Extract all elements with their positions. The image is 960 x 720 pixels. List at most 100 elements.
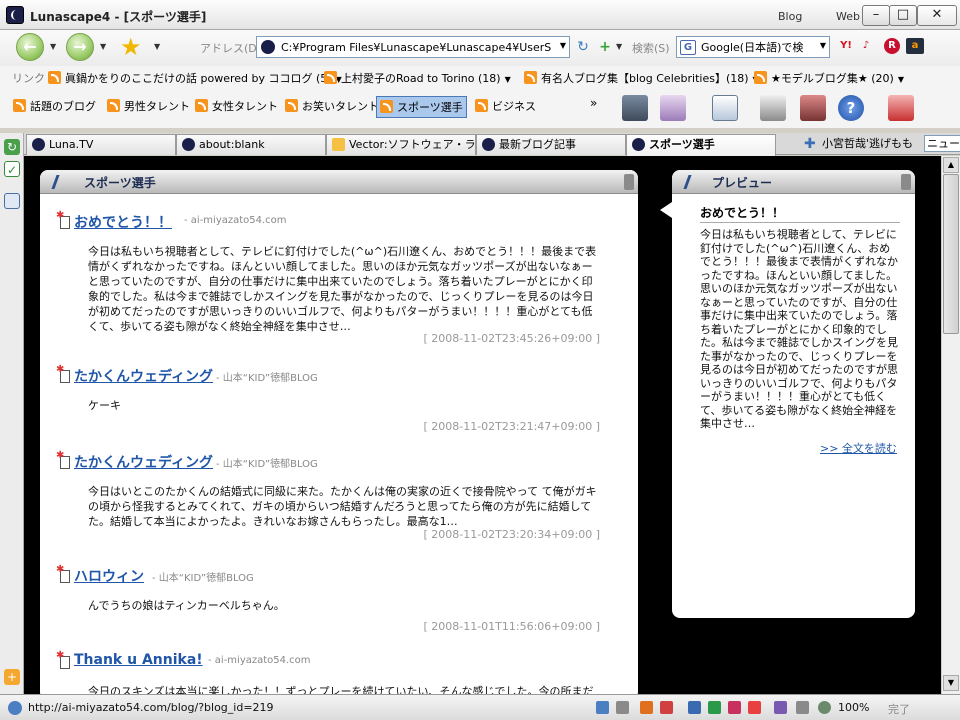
link-item-model[interactable]: ★モデルブログ集★ (20) ▼: [754, 70, 904, 86]
forward-history-dropdown[interactable]: ▼: [100, 42, 106, 51]
web-mode-link[interactable]: Web: [836, 10, 860, 23]
link-item-uemura[interactable]: 上村愛子のRoad to Torino (18) ▼: [324, 70, 511, 86]
status-eye-icon[interactable]: [818, 701, 831, 714]
add-page-dropdown[interactable]: ▼: [616, 42, 622, 51]
favorites-dropdown[interactable]: ▼: [154, 42, 160, 51]
google-engine-icon[interactable]: G: [680, 40, 696, 55]
bookmark-folder-bar: 話題のブログ 男性タレント 女性タレント お笑いタレント スポーツ選手 ビジネス…: [0, 88, 960, 128]
luna-favicon-icon: [632, 138, 645, 151]
zoom-level[interactable]: 100%: [838, 701, 869, 714]
preview-entry-title: おめでとう！！: [700, 206, 785, 220]
tab-luna-tv[interactable]: Luna.TV: [26, 134, 176, 155]
print-icon[interactable]: [760, 95, 786, 121]
entry-source: - ai-miyazato54.com: [208, 655, 311, 666]
entry-date: [ 2008-11-02T23:21:47+09:00 ]: [423, 420, 600, 433]
folder-business[interactable]: ビジネス: [472, 96, 539, 116]
rss-feed-icon: [754, 71, 767, 84]
capture-icon[interactable]: [800, 95, 826, 121]
luna-favicon-icon: [482, 138, 495, 151]
status-printer-icon[interactable]: [616, 701, 629, 714]
tab-komiya[interactable]: 小宮哲哉'逃げもも: [820, 134, 922, 155]
maximize-button[interactable]: □: [889, 5, 917, 26]
yahoo-engine-icon[interactable]: Y!: [836, 38, 856, 54]
side-check-icon[interactable]: ✓: [4, 161, 20, 177]
status-sound-icon[interactable]: [688, 701, 701, 714]
favorites-star-icon[interactable]: ★: [120, 34, 142, 60]
rss-feed-icon: [380, 100, 393, 113]
side-document-icon[interactable]: [4, 193, 20, 209]
status-flash-icon[interactable]: [748, 701, 761, 714]
close-button[interactable]: ✕: [917, 5, 957, 26]
forward-button[interactable]: →: [66, 33, 94, 61]
window-layout-icon[interactable]: [712, 95, 738, 121]
entry-body: 今日は私もいち視聴者として、テレビに釘付けでした(^ω^)石川遼くん、おめでとう…: [88, 245, 597, 333]
scroll-up-arrow-icon[interactable]: ▲: [943, 157, 959, 173]
status-image-icon[interactable]: [660, 701, 673, 714]
read-full-article-link[interactable]: >> 全文を読む: [820, 440, 897, 456]
entry-title-link[interactable]: たかくんウェディング: [74, 366, 213, 386]
add-page-icon[interactable]: +: [596, 38, 614, 56]
preview-panel-title: プレビュー: [712, 176, 773, 190]
new-tab-plus-icon[interactable]: ✚: [804, 136, 816, 152]
entry-body: ケーキ: [88, 399, 121, 412]
blog-mode-link[interactable]: Blog: [778, 10, 802, 23]
entry-title-link[interactable]: ハロウィン: [74, 566, 144, 586]
entry-title-link[interactable]: Thank u Annika!: [74, 652, 203, 668]
link-item-celebrities[interactable]: 有名人ブログ集【blog Celebrities】(18)▼: [524, 70, 759, 86]
luna-favicon-icon: [182, 138, 195, 151]
back-history-dropdown[interactable]: ▼: [50, 42, 56, 51]
status-activex-icon[interactable]: [774, 701, 787, 714]
status-lock-icon[interactable]: [796, 701, 809, 714]
preview-pointer-arrow: [660, 202, 672, 218]
folder-comedians[interactable]: お笑いタレント: [282, 96, 382, 116]
pen-edit-icon[interactable]: [660, 95, 686, 121]
entry-title-link[interactable]: おめでとう！！: [74, 212, 172, 232]
folder-male-talent[interactable]: 男性タレント: [104, 96, 193, 116]
search-input[interactable]: [701, 39, 811, 55]
tab-group-select[interactable]: ニュース▼: [924, 135, 960, 152]
new-entry-icon: [56, 364, 70, 383]
search-bar[interactable]: G ▼: [676, 36, 830, 58]
page-favicon-icon: [261, 40, 275, 54]
scrollbar-thumb[interactable]: [943, 174, 959, 334]
side-refresh-icon[interactable]: ↻: [4, 139, 20, 155]
close-all-tabs-icon[interactable]: [888, 95, 914, 121]
vertical-scrollbar[interactable]: ▲ ▼: [941, 156, 960, 694]
status-monitor-icon[interactable]: [596, 701, 609, 714]
search-engine-dropdown-icon[interactable]: ▼: [820, 41, 826, 50]
window-title: Lunascape4 - [スポーツ選手]: [30, 10, 207, 24]
new-entry-icon: [56, 210, 70, 229]
feed-panel-header: スポーツ選手: [40, 170, 638, 194]
refresh-icon[interactable]: ↻: [574, 38, 592, 56]
r-engine-icon[interactable]: R: [884, 38, 900, 54]
address-bar[interactable]: ▼: [256, 36, 570, 58]
rakuten-engine-icon[interactable]: ♪: [858, 38, 874, 54]
folder-female-talent[interactable]: 女性タレント: [192, 96, 281, 116]
scroll-down-arrow-icon[interactable]: ▼: [943, 675, 959, 691]
link-item-manabe[interactable]: 眞鍋かをりのここだけの話 powered by ココログ (5) ▼: [48, 70, 342, 86]
side-add-icon[interactable]: +: [4, 669, 20, 685]
rss-feed-icon: [107, 99, 120, 112]
search-label: 検索(S): [632, 42, 670, 55]
help-icon[interactable]: ?: [838, 95, 864, 121]
entry-title-link[interactable]: たかくんウェディング: [74, 452, 213, 472]
status-cookie-icon[interactable]: [640, 701, 653, 714]
amazon-engine-icon[interactable]: a: [906, 38, 924, 54]
status-java-icon[interactable]: [728, 701, 741, 714]
tv-icon[interactable]: [622, 95, 648, 121]
rss-feed-icon: [475, 99, 488, 112]
back-button[interactable]: ←: [16, 33, 44, 61]
panel-grip-icon: [901, 174, 911, 190]
folder-topic-blogs[interactable]: 話題のブログ: [10, 96, 99, 116]
more-folders-chevron-icon[interactable]: »: [590, 96, 597, 110]
address-input[interactable]: [281, 39, 551, 55]
tab-vector[interactable]: Vector:ソフトウェア・ライ…: [326, 134, 476, 155]
tab-sports-players[interactable]: スポーツ選手: [626, 134, 776, 156]
address-dropdown-icon[interactable]: ▼: [560, 41, 566, 50]
status-script-icon[interactable]: [708, 701, 721, 714]
minimize-button[interactable]: –: [862, 5, 890, 26]
tab-about-blank[interactable]: about:blank: [176, 134, 326, 155]
lunascape-logo-icon: [6, 6, 24, 24]
folder-sports-players[interactable]: スポーツ選手: [376, 96, 467, 118]
tab-latest-blog[interactable]: 最新ブログ記事: [476, 134, 626, 155]
